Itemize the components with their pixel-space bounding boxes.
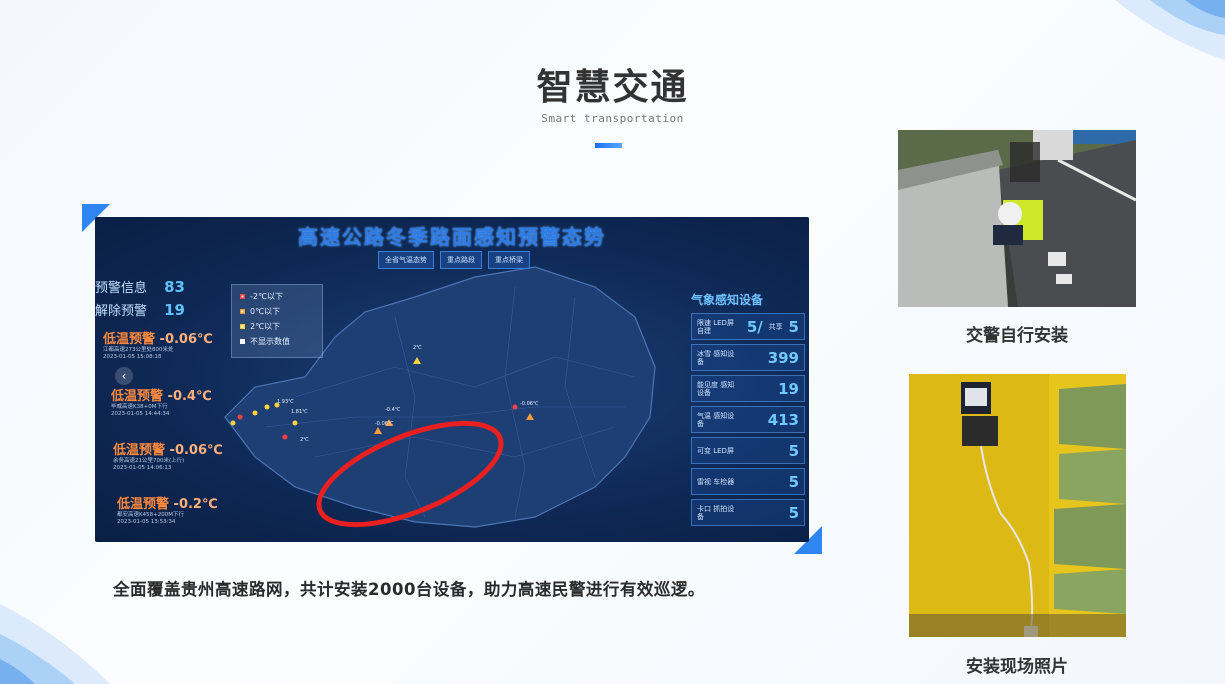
device-row: 气温 感知设备 413 <box>691 406 805 433</box>
device-panel-title: 气象感知设备 <box>691 293 764 307</box>
alert-item: 低温预警 -0.06℃ 余务高速21公里700米(上行) 2023-01-05 … <box>113 439 243 472</box>
device-label: 卡口 抓拍设备 <box>697 504 735 521</box>
dashboard-tabs: 全省气温态势 重点路段 重点桥梁 <box>378 251 530 269</box>
tab-key-sections[interactable]: 重点路段 <box>440 251 482 269</box>
alert-title: 低温预警 <box>103 332 156 347</box>
stat-warning-info: 预警信息 83 <box>95 275 193 298</box>
legend-item: -2℃以下 <box>240 291 314 302</box>
warning-stats-panel: 预警信息 83 解除预警 19 <box>95 275 193 321</box>
map-label: -0.06℃ <box>375 421 394 427</box>
alert-value: -0.4℃ <box>167 389 212 404</box>
alert-detail: 毕威高速K38+0M下行 <box>111 404 168 410</box>
legend-label: 0℃以下 <box>250 307 281 316</box>
legend-item: 2℃以下 <box>240 321 314 332</box>
alert-item: 低温预警 -0.06℃ 江都高速273公里处800米处 2023-01-05 1… <box>103 328 233 361</box>
coverage-caption: 全面覆盖贵州高速路网，共计安装2000台设备，助力高速民警进行有效巡逻。 <box>113 580 705 599</box>
device-extra-value: 5 <box>788 317 799 336</box>
legend-swatch <box>240 309 245 314</box>
map-label: 1.81℃ <box>291 409 308 415</box>
map-label: 1.93℃ <box>277 399 294 405</box>
photo-caption-site-install: 安装现场照片 <box>966 657 1068 677</box>
alert-title: 低温预警 <box>117 497 170 512</box>
stat-label: 预警信息 <box>95 281 148 296</box>
legend-label: 不显示数值 <box>250 337 290 346</box>
device-label: 可变 LED屏 <box>697 446 734 455</box>
map-label: 2℃ <box>413 345 422 351</box>
device-label: 冰雪 感知设备 <box>697 349 735 366</box>
map-label: -0.4℃ <box>385 407 401 413</box>
device-extra-label: 共享 <box>768 322 783 331</box>
device-row: 雷视 车检器 5 <box>691 468 805 495</box>
device-row: 可变 LED屏 5 <box>691 437 805 464</box>
installation-photo-site <box>909 374 1126 637</box>
device-value: 5 <box>788 503 799 522</box>
legend-swatch <box>240 294 245 299</box>
decorative-wave-bottom-left <box>0 604 110 684</box>
legend-label: -2℃以下 <box>250 292 283 301</box>
device-value: 5 <box>788 472 799 491</box>
device-label: 限速 LED屏 自建 <box>697 318 734 335</box>
page-title: 智慧交通 <box>536 67 689 108</box>
title-underline <box>595 143 622 148</box>
police-installation-image <box>898 130 1136 307</box>
legend-swatch <box>240 339 245 344</box>
device-panel: 气象感知设备 限速 LED屏 自建 5/ 共享 5 冰雪 感知设备 399 能见… <box>691 291 805 530</box>
alert-value: -0.06℃ <box>169 443 223 458</box>
alert-detail: 都安高速K458+200M下行 <box>117 512 184 518</box>
alert-item: 低温预警 -0.4℃ 毕威高速K38+0M下行 2023-01-05 14:44… <box>111 385 241 418</box>
alert-value: -0.06℃ <box>159 332 213 347</box>
temperature-legend: -2℃以下 0℃以下 2℃以下 不显示数值 <box>231 284 323 358</box>
device-row: 限速 LED屏 自建 5/ 共享 5 <box>691 313 805 340</box>
alert-title: 低温预警 <box>113 443 166 458</box>
carousel-prev-button[interactable]: ‹ <box>115 367 133 385</box>
device-row: 能见度 感知设备 19 <box>691 375 805 402</box>
dashboard-screen: 2℃ -0.06℃ -0.06℃ -0.4℃ 1.93℃ 1.81℃ 2℃ 高速… <box>95 217 809 542</box>
alert-title: 低温预警 <box>111 389 164 404</box>
alert-time: 2023-01-05 13:53:34 <box>117 519 176 525</box>
installation-photo-police <box>898 130 1136 307</box>
page-subtitle: Smart transportation <box>541 112 684 125</box>
device-value: 413 <box>767 410 799 429</box>
tab-province-temperature[interactable]: 全省气温态势 <box>378 251 434 269</box>
map-label: 2℃ <box>300 437 309 443</box>
device-value: 5 <box>788 441 799 460</box>
dashboard-title: 高速公路冬季路面感知预警态势 <box>298 225 606 249</box>
stat-value: 83 <box>164 277 185 296</box>
dashboard-photo-frame: 2℃ -0.06℃ -0.06℃ -0.4℃ 1.93℃ 1.81℃ 2℃ 高速… <box>82 204 822 554</box>
device-label: 能见度 感知设备 <box>697 380 735 397</box>
map-label: -0.06℃ <box>520 401 539 407</box>
alert-item: 低温预警 -0.2℃ 都安高速K458+200M下行 2023-01-05 13… <box>117 493 247 526</box>
device-label: 雷视 车检器 <box>697 477 735 486</box>
legend-item: 不显示数值 <box>240 336 314 347</box>
alert-time: 2023-01-05 15:08:18 <box>103 354 162 360</box>
tab-key-bridges[interactable]: 重点桥梁 <box>488 251 530 269</box>
device-value: 19 <box>778 379 799 398</box>
stat-value: 19 <box>164 300 185 319</box>
device-row: 冰雪 感知设备 399 <box>691 344 805 371</box>
device-value: 5/ <box>746 317 763 336</box>
device-label: 气温 感知设备 <box>697 411 735 428</box>
stat-label: 解除预警 <box>95 304 148 319</box>
alert-time: 2023-01-05 14:06:13 <box>113 465 172 471</box>
alert-value: -0.2℃ <box>173 497 218 512</box>
legend-swatch <box>240 324 245 329</box>
alert-detail: 余务高速21公里700米(上行) <box>113 458 185 464</box>
alert-detail: 江都高速273公里处800米处 <box>103 347 174 353</box>
alert-time: 2023-01-05 14:44:34 <box>111 411 170 417</box>
site-installation-image <box>909 374 1126 637</box>
device-value: 399 <box>767 348 799 367</box>
device-row: 卡口 抓拍设备 5 <box>691 499 805 526</box>
stat-cleared-warning: 解除预警 19 <box>95 298 193 321</box>
photo-caption-police-install: 交警自行安装 <box>966 326 1068 346</box>
legend-item: 0℃以下 <box>240 306 314 317</box>
legend-label: 2℃以下 <box>250 322 281 331</box>
